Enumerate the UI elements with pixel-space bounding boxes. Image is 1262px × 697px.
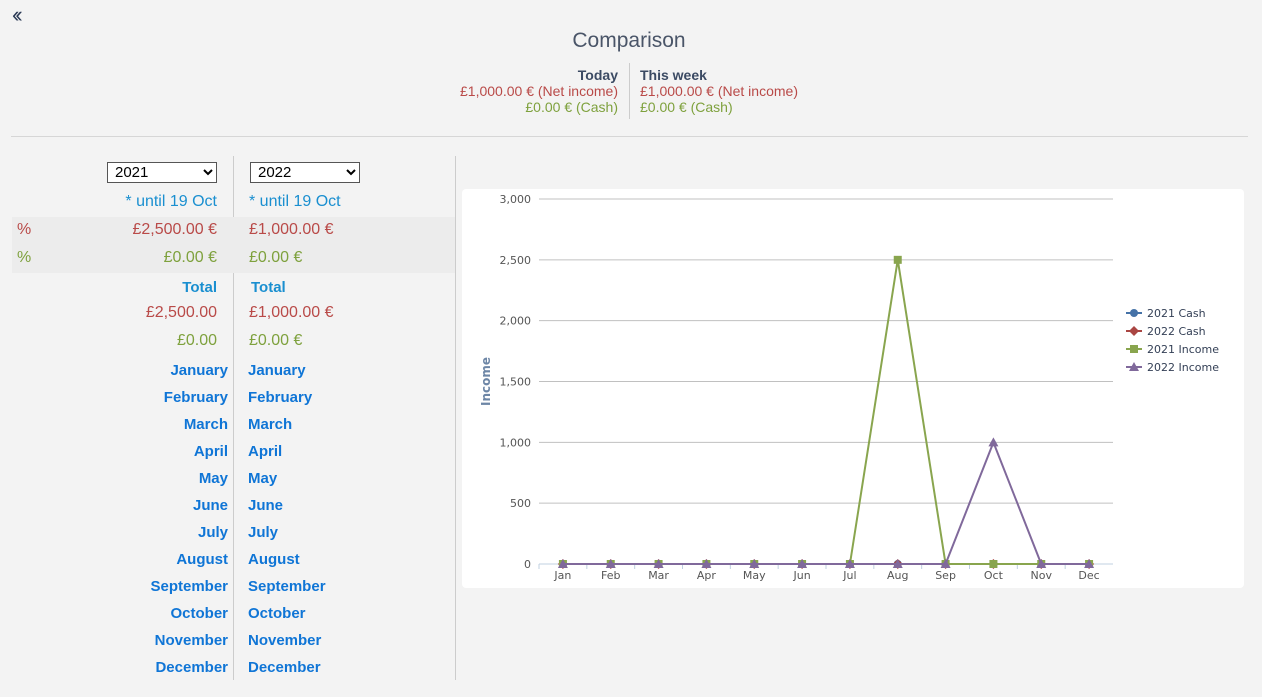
right-month-link[interactable]: July	[248, 524, 278, 541]
left-until: * until 19 Oct	[125, 193, 217, 210]
today-cash: £0.00 € (Cash)	[525, 99, 618, 115]
right-net: £1,000.00 €	[249, 221, 334, 238]
x-tick-label: Apr	[697, 569, 717, 582]
header-divider	[11, 136, 1248, 137]
week-net: £1,000.00 € (Net income)	[640, 83, 798, 99]
y-tick-label: 2,000	[500, 315, 532, 328]
legend-marker	[1130, 309, 1138, 317]
x-tick-label: Dec	[1078, 569, 1099, 582]
x-tick-label: Sep	[935, 569, 956, 582]
right-month-link[interactable]: January	[248, 362, 306, 379]
left-month-link[interactable]: August	[176, 551, 228, 568]
right-month-link[interactable]: June	[248, 497, 283, 514]
left-month-link[interactable]: February	[164, 389, 228, 406]
x-tick-label: May	[743, 569, 766, 582]
x-tick-label: Nov	[1031, 569, 1053, 582]
net-percent: %	[17, 221, 32, 238]
page-title: Comparison	[572, 29, 686, 52]
x-tick-label: Oct	[984, 569, 1004, 582]
y-axis-title: Income	[479, 357, 493, 406]
left-month-link[interactable]: July	[198, 524, 228, 541]
data-point	[893, 255, 902, 264]
right-month-link[interactable]: August	[248, 551, 300, 568]
right-cash: £0.00 €	[249, 249, 303, 266]
x-tick-label: Feb	[601, 569, 620, 582]
series-line-2021-income	[562, 259, 1090, 565]
year-select-left[interactable]: 2021	[107, 162, 217, 183]
legend-item: 2021 Income	[1147, 343, 1219, 356]
left-total-net: £2,500.00	[145, 304, 217, 321]
right-total-net: £1,000.00 €	[249, 304, 334, 321]
left-month-link[interactable]: March	[184, 416, 228, 433]
net-row-bg	[12, 217, 455, 245]
week-cash: £0.00 € (Cash)	[640, 99, 733, 115]
right-month-link[interactable]: September	[248, 578, 326, 595]
data-point	[989, 560, 998, 568]
right-total-cash: £0.00 €	[249, 332, 303, 349]
right-month-link[interactable]: December	[248, 659, 321, 676]
y-tick-label: 1,500	[500, 376, 532, 389]
right-month-link[interactable]: March	[248, 416, 292, 433]
y-tick-label: 3,000	[500, 193, 532, 206]
legend-item: 2022 Cash	[1147, 325, 1206, 338]
column-divider	[455, 156, 456, 680]
x-tick-label: Mar	[648, 569, 669, 582]
data-point	[988, 437, 999, 447]
left-net: £2,500.00 €	[132, 221, 217, 238]
x-tick-label: Jan	[553, 569, 571, 582]
today-label: Today	[577, 67, 618, 83]
right-month-link[interactable]: October	[248, 605, 306, 622]
left-month-link[interactable]: April	[194, 443, 228, 460]
income-line-chart: 0 500 1,000 1,500 2,000 2,500 3,000 Jan Feb Mar Ap…	[479, 193, 1219, 582]
left-month-link[interactable]: January	[170, 362, 228, 379]
left-month-link[interactable]: November	[155, 632, 228, 649]
legend-marker	[1129, 326, 1139, 336]
left-month-link[interactable]: May	[199, 470, 228, 487]
legend-marker	[1130, 345, 1138, 353]
summary-today: Today £1,000.00 € (Net income) £0.00 € (…	[460, 67, 618, 115]
right-total-label: Total	[251, 279, 286, 296]
right-month-link[interactable]: May	[248, 470, 277, 487]
left-total-label: Total	[182, 279, 217, 296]
left-total-cash: £0.00	[176, 332, 217, 349]
summary-divider	[629, 63, 630, 119]
left-cash: £0.00 €	[163, 249, 217, 266]
back-double-chevron-icon[interactable]: ‹‹	[12, 2, 22, 28]
left-month-link[interactable]: September	[150, 578, 228, 595]
today-net: £1,000.00 € (Net income)	[460, 83, 618, 99]
year-select-right[interactable]: 2022	[250, 162, 360, 183]
legend-item: 2022 Income	[1147, 361, 1219, 374]
y-tick-label: 500	[510, 497, 531, 510]
left-month-link[interactable]: December	[155, 659, 228, 676]
y-tick-label: 0	[524, 558, 531, 571]
x-tick-label: Jul	[842, 569, 856, 582]
summary-week: This week £1,000.00 € (Net income) £0.00…	[640, 67, 798, 115]
cash-percent: %	[17, 249, 32, 266]
cash-row-bg	[12, 245, 455, 273]
week-label: This week	[640, 67, 707, 83]
x-tick-label: Aug	[887, 569, 908, 582]
left-month-link[interactable]: June	[193, 497, 228, 514]
left-month-link[interactable]: October	[170, 605, 228, 622]
right-until: * until 19 Oct	[249, 193, 341, 210]
y-tick-label: 2,500	[500, 254, 532, 267]
chart-card: 0 500 1,000 1,500 2,000 2,500 3,000 Jan Feb Mar Ap…	[462, 189, 1244, 588]
x-tick-label: Jun	[792, 569, 810, 582]
y-tick-label: 1,000	[500, 436, 532, 449]
legend-item: 2021 Cash	[1147, 307, 1206, 320]
right-month-link[interactable]: November	[248, 632, 321, 649]
right-month-link[interactable]: February	[248, 389, 312, 406]
right-month-link[interactable]: April	[248, 443, 282, 460]
